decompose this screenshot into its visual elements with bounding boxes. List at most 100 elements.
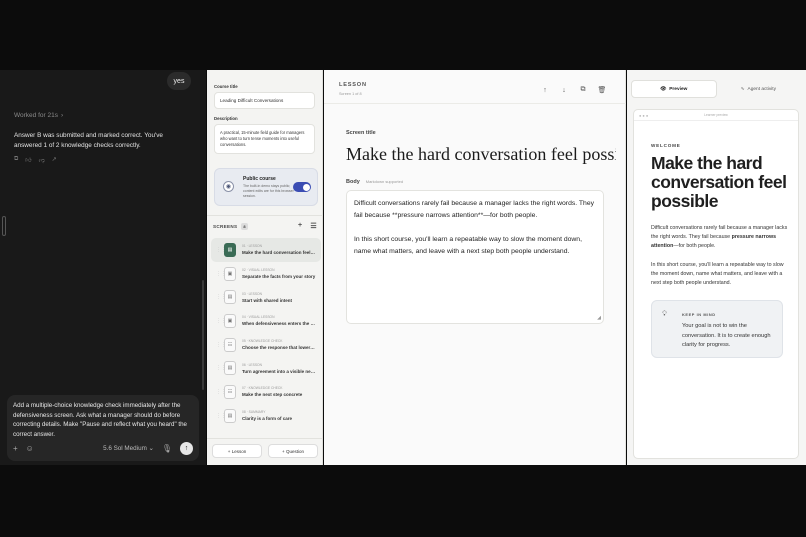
share-icon[interactable]: ↗: [52, 156, 57, 164]
chevron-right-icon: ›: [60, 112, 64, 119]
preview-text: —for both people.: [673, 243, 716, 249]
worked-for-status[interactable]: Worked for 21s ›: [14, 112, 63, 119]
screen-item-text: 06 · LESSON Turn agreement into a visible…: [242, 363, 316, 374]
course-sidebar: Course title Leading Difficult Conversat…: [207, 70, 323, 465]
description-textarea[interactable]: A practical, 15-minute field guide for m…: [214, 124, 315, 154]
chat-composer[interactable]: Add a multiple-choice knowledge check im…: [7, 395, 199, 461]
section-subtitle: Screen 1 of 8: [339, 92, 362, 96]
drag-handle-icon[interactable]: ⋮⋮: [216, 247, 226, 253]
add-screen-icon[interactable]: +: [298, 222, 302, 230]
lightbulb-icon: 💡︎: [662, 311, 667, 318]
duplicate-icon[interactable]: ⧉: [577, 84, 589, 96]
resize-handle-icon[interactable]: ◢: [597, 315, 601, 321]
screen-list-item[interactable]: ⋮⋮ ☷ 07 · KNOWLEDGE CHECK Make the next ste…: [211, 380, 321, 404]
add-lesson-button[interactable]: + Lesson: [212, 444, 262, 458]
worked-for-label: Worked for 21s: [14, 112, 58, 119]
divider: [207, 438, 323, 439]
panel-resize-handle[interactable]: [2, 216, 6, 236]
add-lesson-label: Lesson: [231, 448, 247, 454]
public-toggle[interactable]: [293, 182, 311, 192]
drag-handle-icon[interactable]: ⋮⋮: [216, 389, 226, 395]
body-textarea[interactable]: Difficult conversations rarely fail beca…: [346, 190, 604, 324]
doc-icon: ▤: [224, 361, 236, 376]
move-up-icon[interactable]: ↑: [539, 84, 551, 96]
screen-title: Separate the facts from your story: [242, 274, 316, 280]
screen-list-item[interactable]: ⋮⋮ ▤ 03 · LESSON Start with shared intent: [211, 285, 321, 309]
screens-list: ⋮⋮ ▤ 01 · LESSON Make the hard conversation…: [211, 238, 321, 428]
screen-title-label: Screen title: [346, 130, 376, 136]
chat-panel: yes Worked for 21s › Answer B was submit…: [0, 70, 206, 465]
screen-list-item[interactable]: ⋮⋮ ▤ 06 · LESSON Turn agreement into a visi…: [211, 356, 321, 380]
chat-scrollbar[interactable]: [202, 280, 204, 390]
screen-type-label: 03 · LESSON: [242, 291, 262, 296]
screen-type-label: 02 · VISUAL LESSON: [242, 268, 275, 273]
activity-icon: ∿: [740, 86, 745, 92]
drag-handle-icon[interactable]: ⋮⋮: [216, 318, 226, 324]
callout-body: Your goal is not to win the conversation…: [682, 323, 771, 349]
sidebar-footer: + Lesson + Question: [212, 444, 318, 458]
plus-icon[interactable]: +: [13, 444, 18, 453]
screen-title: Make the hard conversation feel possible: [242, 250, 316, 256]
microphone-icon[interactable]: 🎙︎: [162, 444, 172, 453]
public-course-desc: The built-in demo stays public; content …: [243, 184, 294, 198]
markdown-hint: Markdown supported: [365, 179, 404, 184]
screen-editor: LESSON Screen 1 of 8 ↑ ↓ ⧉ 🗑︎ Screen tit…: [324, 70, 626, 465]
screen-title: Clarity is a form of care: [242, 416, 293, 422]
send-button[interactable]: ↑: [180, 441, 193, 455]
screen-list-item[interactable]: ⋮⋮ ▣ 04 · VISUAL LESSON When defensiveness …: [211, 309, 321, 333]
copy-icon[interactable]: ⧉: [14, 156, 18, 164]
tab-preview-label: Preview: [669, 86, 688, 92]
doc-icon: ▤: [224, 408, 236, 423]
drag-handle-icon[interactable]: ⋮⋮: [216, 342, 226, 348]
screen-type-label: 04 · VISUAL LESSON: [242, 315, 275, 320]
screen-item-text: 08 · SUMMARY Clarity is a form of care: [242, 410, 316, 421]
tab-agent-activity-label: Agent activity: [747, 86, 777, 92]
screen-item-text: 04 · VISUAL LESSON When defensiveness ent…: [242, 315, 316, 326]
add-question-button[interactable]: + Question: [268, 444, 318, 458]
drag-handle-icon[interactable]: ⋮⋮: [216, 365, 226, 371]
screen-type-label: 07 · KNOWLEDGE CHECK: [242, 386, 283, 391]
learner-preview-frame: ●●● Learner preview WELCOME Make the har…: [633, 109, 799, 459]
thumbs-up-icon[interactable]: 👍︎: [25, 156, 31, 164]
trash-icon[interactable]: 🗑︎: [596, 84, 608, 96]
screen-type-label: 08 · SUMMARY: [242, 410, 266, 415]
composer-input[interactable]: Add a multiple-choice knowledge check im…: [13, 401, 193, 439]
preview-paragraph-1: Difficult conversations rarely fail beca…: [651, 224, 791, 251]
screen-list-item[interactable]: ⋮⋮ ☷ 05 · KNOWLEDGE CHECK Choose the respon…: [211, 333, 321, 357]
drag-handle-icon[interactable]: ⋮⋮: [216, 271, 226, 277]
body-paragraph: Difficult conversations rarely fail beca…: [354, 200, 595, 219]
screen-item-text: 03 · LESSON Start with shared intent: [242, 292, 316, 303]
editor-header: LESSON Screen 1 of 8 ↑ ↓ ⧉ 🗑︎: [324, 70, 626, 104]
eye-icon: 👁︎: [660, 86, 667, 92]
tab-preview[interactable]: 👁︎ Preview: [631, 80, 717, 98]
preview-frame-bar: ●●● Learner preview: [634, 110, 798, 121]
tab-agent-activity[interactable]: ∿ Agent activity: [717, 80, 801, 98]
image-icon: ▣: [224, 266, 236, 281]
checklist-icon: ☷: [224, 337, 236, 352]
course-title-input[interactable]: Leading Difficult Conversations: [214, 92, 315, 109]
screen-list-item[interactable]: ⋮⋮ ▤ 01 · LESSON Make the hard conversation…: [211, 238, 321, 262]
screen-title-input[interactable]: Make the hard conversation feel possible: [346, 144, 616, 165]
screen-type-label: 06 · LESSON: [242, 362, 262, 367]
composer-toolbar: + ☺ 5.6 Sol Medium ⌄ 🎙︎ ↑: [13, 441, 193, 455]
screens-label: SCREENS: [213, 223, 238, 229]
preview-paragraph-2: In this short course, you'll learn a rep…: [651, 262, 784, 286]
course-title-label: Course title: [214, 84, 238, 89]
drag-handle-icon[interactable]: ⋮⋮: [216, 294, 226, 300]
move-down-icon[interactable]: ↓: [558, 84, 570, 96]
thumbs-down-icon[interactable]: 👎︎: [39, 156, 45, 164]
drag-handle-icon[interactable]: ⋮⋮: [216, 413, 226, 419]
preview-title: Make the hard conversation feel possible: [651, 153, 787, 211]
keep-in-mind-callout: 💡︎ KEEP IN MIND Your goal is not to win …: [651, 300, 783, 358]
screen-list-item[interactable]: ⋮⋮ ▣ 02 · VISUAL LESSON Separate the facts …: [211, 262, 321, 286]
user-message-bubble: yes: [167, 72, 191, 90]
model-selector[interactable]: 5.6 Sol Medium ⌄: [103, 445, 154, 452]
screens-header: SCREENS 8 + ☰: [213, 222, 317, 230]
body-label: Body: [346, 179, 360, 185]
assistant-message: Answer B was submitted and marked correc…: [14, 132, 163, 149]
screen-type-label: 01 · LESSON: [242, 244, 262, 249]
reorder-list-icon[interactable]: ☰: [310, 222, 317, 230]
screen-list-item[interactable]: ⋮⋮ ▤ 08 · SUMMARY Clarity is a form of care: [211, 404, 321, 428]
screen-item-text: 05 · KNOWLEDGE CHECK Choose the response …: [242, 339, 316, 350]
emoji-icon[interactable]: ☺: [26, 444, 34, 453]
